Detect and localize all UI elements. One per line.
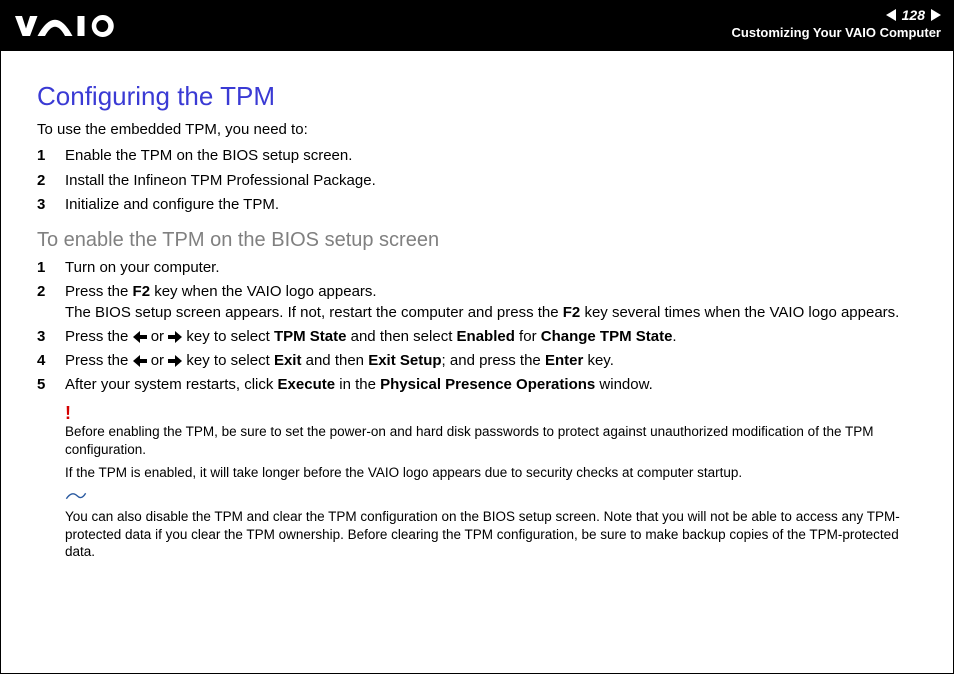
header-bar: 128 Customizing Your VAIO Computer bbox=[1, 1, 953, 51]
steps-bios: 1 Turn on your computer. 2 Press the F2 … bbox=[37, 258, 931, 396]
warning-text-1: Before enabling the TPM, be sure to set … bbox=[65, 424, 873, 457]
tip-note: You can also disable the TPM and clear t… bbox=[65, 488, 931, 561]
arrow-right-icon bbox=[168, 331, 182, 343]
content: Configuring the TPM To use the embedded … bbox=[1, 51, 953, 577]
list-item: 1 Turn on your computer. bbox=[37, 258, 931, 278]
intro-text: To use the embedded TPM, you need to: bbox=[37, 120, 931, 140]
list-item: 5 After your system restarts, click Exec… bbox=[37, 375, 931, 395]
list-item: 3 Press the or key to select TPM State a… bbox=[37, 327, 931, 347]
subsection-title: To enable the TPM on the BIOS setup scre… bbox=[37, 227, 931, 254]
warning-note: ! Before enabling the TPM, be sure to se… bbox=[65, 402, 931, 458]
page-number-nav: 128 bbox=[732, 7, 941, 23]
warning-note-2: If the TPM is enabled, it will take long… bbox=[65, 464, 931, 482]
header-right: 128 Customizing Your VAIO Computer bbox=[732, 7, 941, 40]
warning-icon: ! bbox=[65, 402, 931, 425]
arrow-left-icon bbox=[133, 355, 147, 367]
list-item: 3Initialize and configure the TPM. bbox=[37, 195, 931, 215]
list-item: 1Enable the TPM on the BIOS setup screen… bbox=[37, 146, 931, 166]
prev-page-icon[interactable] bbox=[886, 9, 896, 21]
page-title: Configuring the TPM bbox=[37, 79, 931, 114]
tip-text: You can also disable the TPM and clear t… bbox=[65, 509, 900, 559]
page: 128 Customizing Your VAIO Computer Confi… bbox=[0, 0, 954, 674]
warning-text-2: If the TPM is enabled, it will take long… bbox=[65, 465, 742, 480]
list-item: 2 Press the F2 key when the VAIO logo ap… bbox=[37, 282, 931, 323]
arrow-left-icon bbox=[133, 331, 147, 343]
list-item: 2Install the Infineon TPM Professional P… bbox=[37, 171, 931, 191]
vaio-logo bbox=[15, 11, 125, 41]
steps-overview: 1Enable the TPM on the BIOS setup screen… bbox=[37, 146, 931, 215]
list-item: 4 Press the or key to select Exit and th… bbox=[37, 351, 931, 371]
next-page-icon[interactable] bbox=[931, 9, 941, 21]
pencil-icon bbox=[65, 488, 931, 509]
page-number: 128 bbox=[902, 7, 925, 23]
section-title: Customizing Your VAIO Computer bbox=[732, 25, 941, 40]
arrow-right-icon bbox=[168, 355, 182, 367]
